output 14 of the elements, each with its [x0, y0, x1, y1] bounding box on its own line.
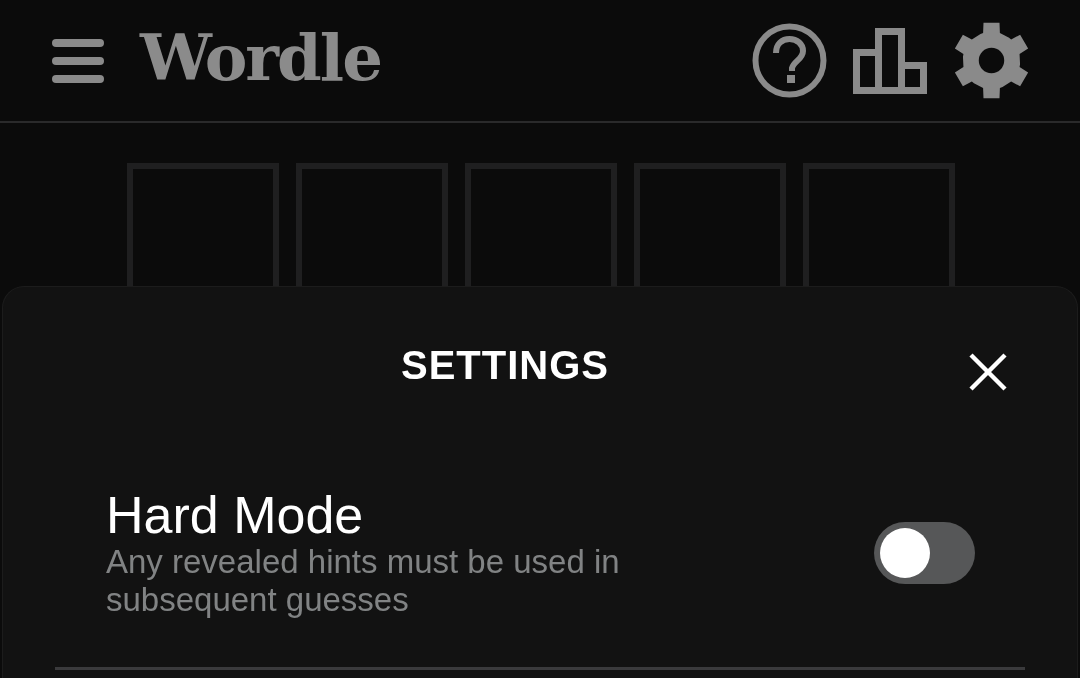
help-icon — [752, 23, 827, 98]
settings-icon — [953, 22, 1030, 99]
option-label: Hard Mode — [106, 487, 365, 543]
menu-icon — [52, 37, 104, 84]
close-button[interactable] — [969, 353, 1007, 391]
statistics-button[interactable] — [853, 27, 927, 94]
help-button[interactable] — [752, 23, 827, 98]
menu-button[interactable] — [52, 37, 104, 84]
settings-button[interactable] — [953, 22, 1030, 99]
panel-title: SETTINGS — [401, 342, 609, 389]
app-title: Wordle — [140, 25, 381, 90]
bar-chart-icon — [853, 27, 927, 94]
close-icon — [969, 353, 1007, 391]
option-description: Any revealed hints must be used in subsequent guesses — [106, 543, 621, 619]
